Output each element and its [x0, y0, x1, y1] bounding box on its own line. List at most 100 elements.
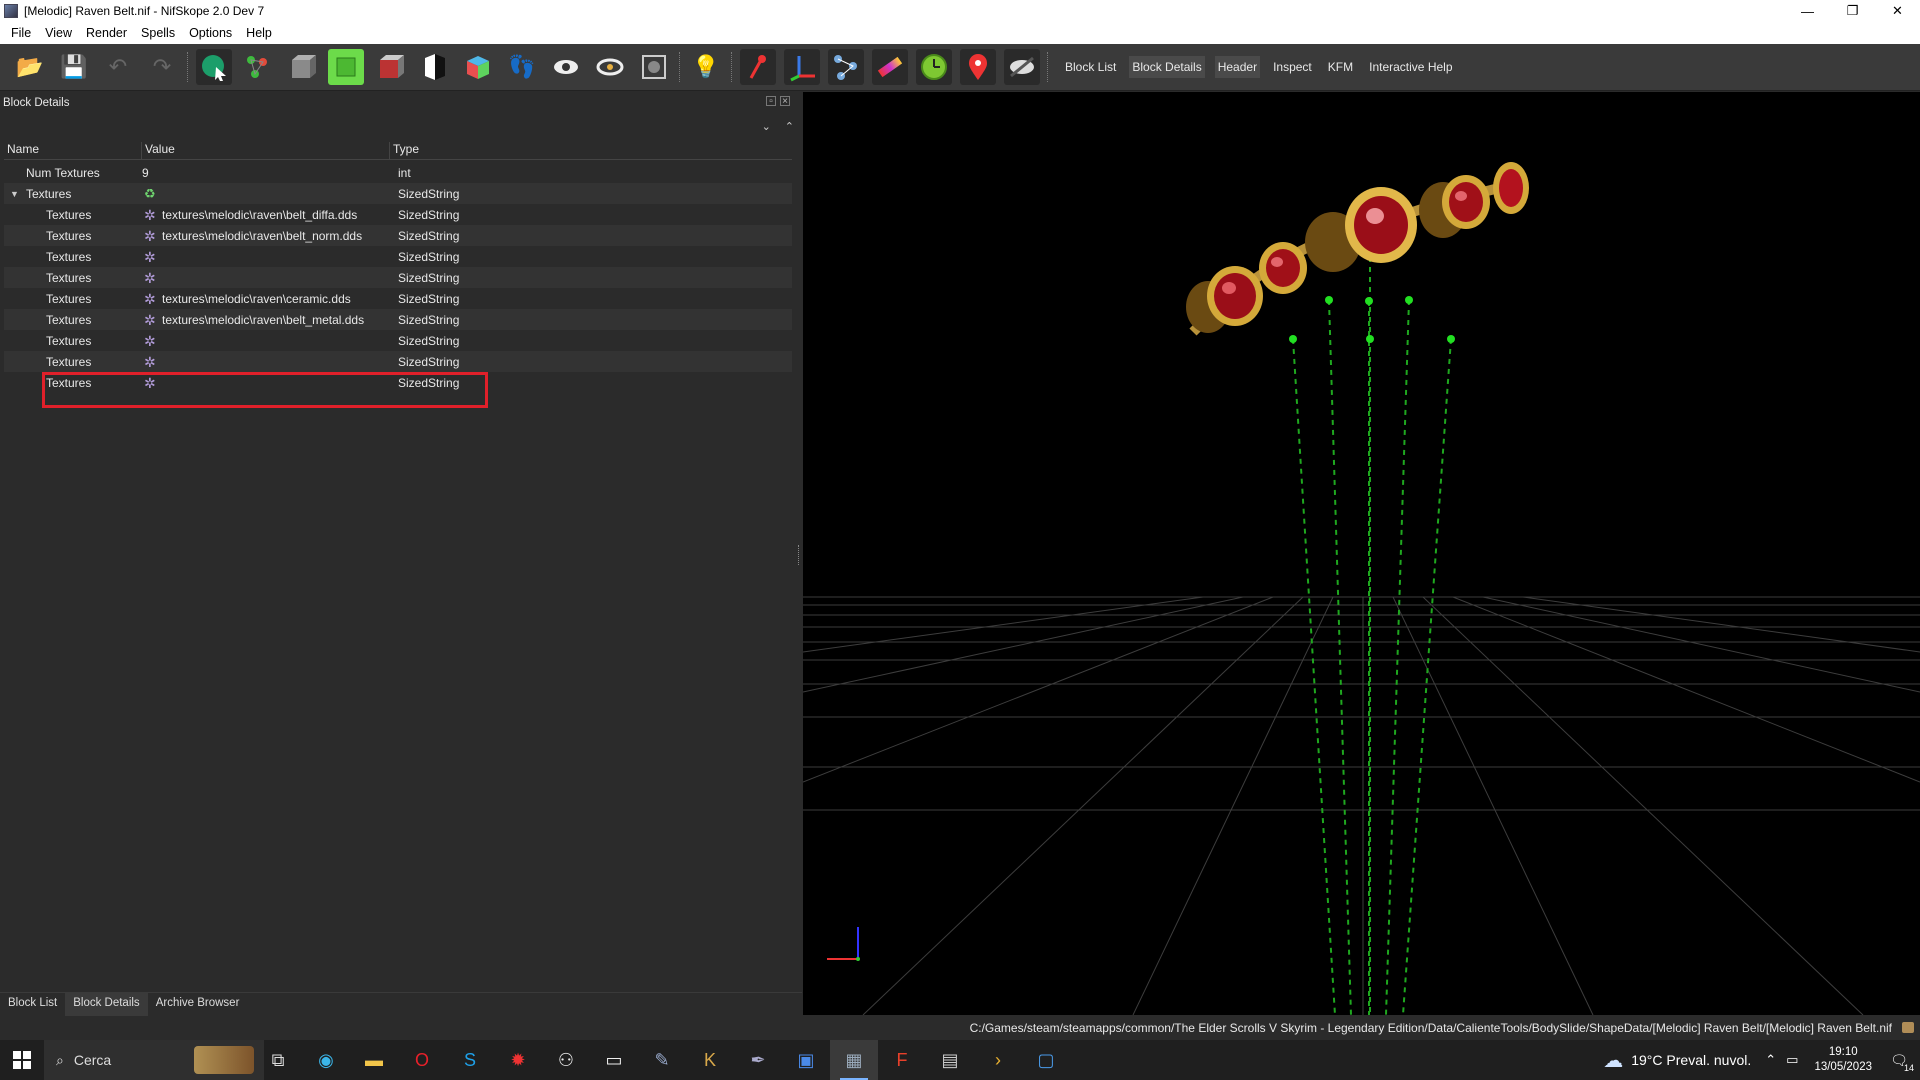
- column-header-type[interactable]: Type: [390, 142, 790, 159]
- restore-button[interactable]: ❐: [1830, 0, 1875, 22]
- vortex-app-icon[interactable]: K: [686, 1040, 734, 1080]
- menu-file[interactable]: File: [4, 26, 38, 40]
- row-value[interactable]: ✲: [142, 271, 390, 285]
- box-red-icon[interactable]: [372, 49, 408, 85]
- bodyslide-app-icon[interactable]: ▤: [926, 1040, 974, 1080]
- table-row[interactable]: Num Textures 9 int: [4, 162, 792, 183]
- menu-render[interactable]: Render: [79, 26, 134, 40]
- menu-options[interactable]: Options: [182, 26, 239, 40]
- hide-eye-icon[interactable]: [1004, 49, 1040, 85]
- row-value[interactable]: ✲ textures\melodic\raven\belt_metal.dds: [142, 313, 390, 327]
- row-value[interactable]: ✲: [142, 355, 390, 369]
- row-value[interactable]: ✲ textures\melodic\raven\ceramic.dds: [142, 292, 390, 306]
- arrow-app-icon[interactable]: ›: [974, 1040, 1022, 1080]
- table-row[interactable]: Textures ✲ SizedString: [4, 267, 792, 288]
- notification-count: 14: [1903, 1063, 1914, 1073]
- float-panel-icon[interactable]: ▫: [766, 96, 776, 107]
- toolbar-block-details[interactable]: Block Details: [1129, 56, 1205, 78]
- table-row[interactable]: Textures ✲ textures\melodic\raven\belt_no…: [4, 225, 792, 246]
- skype-icon[interactable]: S: [446, 1040, 494, 1080]
- windows-start-icon[interactable]: [0, 1040, 44, 1080]
- nifskope-taskbar-icon[interactable]: ▦: [830, 1040, 878, 1080]
- chevron-down-icon[interactable]: ⌄: [762, 121, 771, 133]
- table-row[interactable]: Textures ✲ SizedString: [4, 351, 792, 372]
- family-app-icon[interactable]: ⚇: [542, 1040, 590, 1080]
- window-blue-icon[interactable]: ▢: [1022, 1040, 1070, 1080]
- open-file-icon[interactable]: 📂: [12, 49, 48, 85]
- table-row[interactable]: ▼ Textures ♻ SizedString: [4, 183, 792, 204]
- edge-browser-icon[interactable]: ◉: [302, 1040, 350, 1080]
- nvidia-app-icon[interactable]: ▭: [590, 1040, 638, 1080]
- minimize-button[interactable]: —: [1785, 0, 1830, 22]
- row-value[interactable]: ✲ textures\melodic\raven\belt_diffa.dds: [142, 208, 390, 222]
- box-gray-icon[interactable]: [284, 49, 320, 85]
- redo-icon[interactable]: ↷: [144, 49, 180, 85]
- clock[interactable]: 19:10 13/05/2023: [1814, 1045, 1872, 1075]
- row-value-text: textures\melodic\raven\belt_metal.dds: [162, 312, 365, 327]
- table-row[interactable]: Textures ✲ SizedString: [4, 246, 792, 267]
- foxit-app-icon[interactable]: F: [878, 1040, 926, 1080]
- table-row-selected[interactable]: Textures ✲ textures\melodic\raven\ceramic…: [4, 288, 792, 309]
- column-header-name[interactable]: Name: [4, 142, 142, 159]
- box-bw-icon[interactable]: [416, 49, 452, 85]
- screenshot-icon[interactable]: [636, 49, 672, 85]
- toolbar-interactive-help[interactable]: Interactive Help: [1366, 56, 1455, 78]
- window-app-icon[interactable]: ▣: [782, 1040, 830, 1080]
- opera-browser-icon[interactable]: O: [398, 1040, 446, 1080]
- select-vertex-icon[interactable]: [240, 49, 276, 85]
- row-value[interactable]: 9: [142, 166, 390, 180]
- row-name: Num Textures: [26, 165, 100, 180]
- box-colored-icon[interactable]: [460, 49, 496, 85]
- close-panel-icon[interactable]: ×: [780, 96, 790, 107]
- chevron-up-icon[interactable]: ⌃: [785, 121, 794, 133]
- network-icon[interactable]: ▭: [1786, 1052, 1798, 1068]
- gradient-tool-icon[interactable]: [872, 49, 908, 85]
- tab-archive-browser[interactable]: Archive Browser: [148, 993, 248, 1016]
- game-app-icon[interactable]: ✹: [494, 1040, 542, 1080]
- render-viewport[interactable]: [803, 92, 1920, 1015]
- table-row[interactable]: Textures ✲ textures\melodic\raven\belt_me…: [4, 309, 792, 330]
- select-object-icon[interactable]: [196, 49, 232, 85]
- expand-arrow-icon[interactable]: ▼: [10, 189, 19, 199]
- menu-spells[interactable]: Spells: [134, 26, 182, 40]
- eye-icon[interactable]: [548, 49, 584, 85]
- row-value[interactable]: ✲: [142, 334, 390, 348]
- nodes-tool-icon[interactable]: [828, 49, 864, 85]
- paint-app-icon[interactable]: ✎: [638, 1040, 686, 1080]
- translate-tool-icon[interactable]: [740, 49, 776, 85]
- footprints-icon[interactable]: 👣: [504, 49, 540, 85]
- axis-gizmo: [827, 927, 860, 961]
- toolbar-inspect[interactable]: Inspect: [1270, 56, 1315, 78]
- axes-tool-icon[interactable]: [784, 49, 820, 85]
- tab-block-details[interactable]: Block Details: [65, 993, 148, 1016]
- menu-help[interactable]: Help: [239, 26, 279, 40]
- column-header-value[interactable]: Value: [142, 142, 390, 159]
- notification-center-icon[interactable]: 🗨 14: [1884, 1047, 1914, 1073]
- eye-outline-icon[interactable]: [592, 49, 628, 85]
- undo-icon[interactable]: ↶: [100, 49, 136, 85]
- map-pin-icon[interactable]: [960, 49, 996, 85]
- task-view-icon[interactable]: ⧉: [254, 1040, 302, 1080]
- table-row[interactable]: Textures ✲ textures\melodic\raven\belt_di…: [4, 204, 792, 225]
- panel-splitter[interactable]: [798, 545, 802, 565]
- lightbulb-icon[interactable]: 💡: [688, 49, 724, 85]
- row-value[interactable]: ✲: [142, 250, 390, 264]
- tab-block-list[interactable]: Block List: [0, 993, 65, 1016]
- save-icon[interactable]: 💾: [56, 49, 92, 85]
- weather-widget[interactable]: ☁ 19°C Preval. nuvol.: [1603, 1048, 1751, 1073]
- toolbar-header[interactable]: Header: [1214, 56, 1261, 78]
- menu-view[interactable]: View: [38, 26, 79, 40]
- table-row[interactable]: Textures ✲ SizedString: [4, 330, 792, 351]
- clock-tool-icon[interactable]: [916, 49, 952, 85]
- row-value[interactable]: ✲ textures\melodic\raven\belt_norm.dds: [142, 229, 390, 243]
- block-details-panel: Block Details ▫ × ⌄ ⌃ Name Value Type Num …: [0, 92, 802, 982]
- row-value[interactable]: ♻: [142, 186, 390, 202]
- close-button[interactable]: ✕: [1875, 0, 1920, 22]
- toolbar-kfm[interactable]: KFM: [1325, 56, 1356, 78]
- feather-app-icon[interactable]: ✒: [734, 1040, 782, 1080]
- chevron-up-icon[interactable]: ⌃: [1765, 1052, 1776, 1068]
- recycle-icon[interactable]: ♻: [144, 186, 156, 202]
- file-explorer-icon[interactable]: ▬: [350, 1040, 398, 1080]
- toolbar-block-list[interactable]: Block List: [1062, 56, 1119, 78]
- box-green-icon[interactable]: [328, 49, 364, 85]
